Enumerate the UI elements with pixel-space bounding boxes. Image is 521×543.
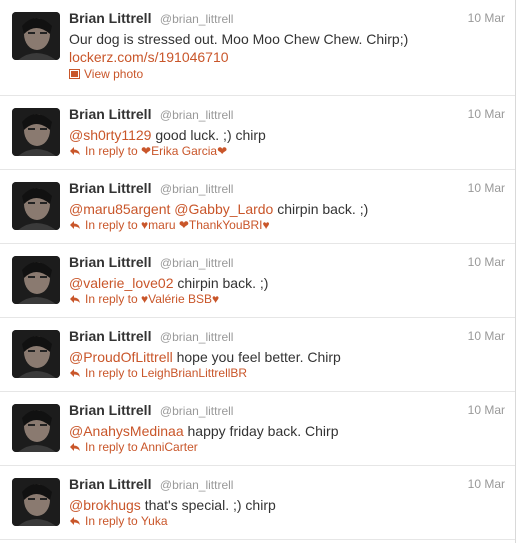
- tweet[interactable]: Brian Littrell @brian_littrell 10 Mar @b…: [0, 466, 515, 540]
- in-reply-to-label: In reply to: [85, 218, 142, 232]
- mention-link-2[interactable]: @Gabby_Lardo: [174, 201, 273, 217]
- mention-link[interactable]: @AnahysMedinaa: [69, 423, 184, 439]
- avatar[interactable]: [12, 256, 60, 304]
- author-name[interactable]: Brian Littrell: [69, 476, 151, 492]
- author-name[interactable]: Brian Littrell: [69, 328, 151, 344]
- in-reply-to-user[interactable]: ❤Erika Garcia❤: [141, 144, 227, 158]
- author-handle[interactable]: @brian_littrell: [160, 12, 234, 26]
- tweet-header: Brian Littrell @brian_littrell 10 Mar: [69, 476, 505, 494]
- author-name[interactable]: Brian Littrell: [69, 180, 151, 196]
- in-reply-to-link[interactable]: In reply to Yuka: [69, 514, 168, 528]
- author-handle[interactable]: @brian_littrell: [160, 108, 234, 122]
- tweet-header: Brian Littrell @brian_littrell 10 Mar: [69, 254, 505, 272]
- avatar[interactable]: [12, 330, 60, 378]
- tweet-body: hope you feel better. Chirp: [172, 349, 341, 365]
- in-reply-to-label: In reply to: [85, 440, 141, 454]
- tweet-body: chirpin back. ;): [273, 201, 369, 217]
- tweet-header: Brian Littrell @brian_littrell 10 Mar: [69, 328, 505, 346]
- mention-link[interactable]: @valerie_love02: [69, 275, 174, 291]
- tweet[interactable]: Brian Littrell @brian_littrell 10 Mar @s…: [0, 96, 515, 170]
- tweet[interactable]: Brian Littrell @brian_littrell 10 Mar @v…: [0, 244, 515, 318]
- mention-link[interactable]: @ProudOfLittrell: [69, 349, 173, 365]
- tweet[interactable]: Brian Littrell @brian_littrell 10 Mar @A…: [0, 392, 515, 466]
- tweet[interactable]: Brian Littrell @brian_littrell 10 Mar @P…: [0, 318, 515, 392]
- tweet-text: @valerie_love02 chirpin back. ;): [69, 274, 503, 292]
- tweet-text: Our dog is stressed out. Moo Moo Chew Ch…: [69, 31, 409, 47]
- in-reply-to-link[interactable]: In reply to ❤Erika Garcia❤: [69, 144, 227, 158]
- avatar[interactable]: [12, 108, 60, 156]
- in-reply-to-user[interactable]: ♥Valérie BSB♥: [141, 292, 219, 306]
- author-handle[interactable]: @brian_littrell: [160, 256, 234, 270]
- author-handle[interactable]: @brian_littrell: [160, 330, 234, 344]
- timestamp[interactable]: 10 Mar: [468, 107, 505, 121]
- in-reply-to-label: In reply to: [85, 292, 142, 306]
- avatar[interactable]: [12, 478, 60, 526]
- author-name[interactable]: Brian Littrell: [69, 106, 151, 122]
- tweet-text: @sh0rty1129 good luck. ;) chirp: [69, 126, 503, 144]
- in-reply-to-link[interactable]: In reply to ♥Valérie BSB♥: [69, 292, 219, 306]
- tweet-text: @AnahysMedinaa happy friday back. Chirp: [69, 422, 503, 440]
- reply-arrow-icon: [69, 367, 81, 377]
- tweet-text: @maru85argent @Gabby_Lardo chirpin back.…: [69, 200, 503, 218]
- reply-arrow-icon: [69, 293, 81, 303]
- in-reply-to-label: In reply to: [85, 366, 142, 380]
- mention-link[interactable]: @maru85argent: [69, 201, 170, 217]
- author-name[interactable]: Brian Littrell: [69, 10, 151, 26]
- tweet-link[interactable]: lockerz.com/s/191046710: [69, 48, 229, 66]
- reply-arrow-icon: [69, 515, 81, 525]
- in-reply-to-user[interactable]: LeighBrianLittrellBR: [141, 366, 247, 380]
- reply-arrow-icon: [69, 441, 81, 451]
- author-name[interactable]: Brian Littrell: [69, 402, 151, 418]
- author-handle[interactable]: @brian_littrell: [160, 404, 234, 418]
- timestamp[interactable]: 10 Mar: [468, 255, 505, 269]
- view-photo-label: View photo: [84, 67, 144, 81]
- in-reply-to-link[interactable]: In reply to AnniCarter: [69, 440, 198, 454]
- author-handle[interactable]: @brian_littrell: [160, 182, 234, 196]
- timestamp[interactable]: 10 Mar: [468, 329, 505, 343]
- avatar[interactable]: [12, 12, 60, 60]
- author-name[interactable]: Brian Littrell: [69, 254, 151, 270]
- tweet-header: Brian Littrell @brian_littrell 10 Mar: [69, 106, 505, 124]
- timestamp[interactable]: 10 Mar: [468, 403, 505, 417]
- reply-arrow-icon: [69, 219, 81, 229]
- tweet-body: that's special. ;) chirp: [140, 497, 276, 513]
- tweet[interactable]: Brian Littrell @brian_littrell 10 Mar @m…: [0, 170, 515, 244]
- in-reply-to-user[interactable]: AnniCarter: [140, 440, 197, 454]
- tweet-header: Brian Littrell @brian_littrell 10 Mar: [69, 10, 505, 28]
- in-reply-to-link[interactable]: In reply to LeighBrianLittrellBR: [69, 366, 247, 380]
- avatar[interactable]: [12, 404, 60, 452]
- in-reply-to-user[interactable]: ♥maru ❤ThankYouBRI♥: [141, 218, 270, 232]
- timestamp[interactable]: 10 Mar: [468, 11, 505, 25]
- tweet-text: @ProudOfLittrell hope you feel better. C…: [69, 348, 503, 366]
- in-reply-to-label: In reply to: [85, 514, 141, 528]
- tweet-header: Brian Littrell @brian_littrell 10 Mar: [69, 402, 505, 420]
- mention-link[interactable]: @brokhugs: [69, 497, 141, 513]
- timestamp[interactable]: 10 Mar: [468, 477, 505, 491]
- mention-link[interactable]: @sh0rty1129: [69, 127, 151, 143]
- in-reply-to-label: In reply to: [85, 144, 142, 158]
- tweet-header: Brian Littrell @brian_littrell 10 Mar: [69, 180, 505, 198]
- avatar[interactable]: [12, 182, 60, 230]
- in-reply-to-user[interactable]: Yuka: [141, 514, 168, 528]
- photo-icon: [69, 68, 80, 79]
- tweet-body: happy friday back. Chirp: [183, 423, 339, 439]
- in-reply-to-link[interactable]: In reply to ♥maru ❤ThankYouBRI♥: [69, 218, 270, 232]
- author-handle[interactable]: @brian_littrell: [160, 478, 234, 492]
- timestamp[interactable]: 10 Mar: [468, 181, 505, 195]
- view-photo-link[interactable]: View photo: [69, 67, 143, 81]
- timeline: Brian Littrell @brian_littrell 10 Mar Ou…: [0, 0, 516, 543]
- reply-arrow-icon: [69, 145, 81, 155]
- tweet-body: good luck. ;) chirp: [151, 127, 266, 143]
- tweet-body: chirpin back. ;): [173, 275, 269, 291]
- tweet[interactable]: Brian Littrell @brian_littrell 10 Mar Ou…: [0, 0, 515, 96]
- tweet-text: @brokhugs that's special. ;) chirp: [69, 496, 503, 514]
